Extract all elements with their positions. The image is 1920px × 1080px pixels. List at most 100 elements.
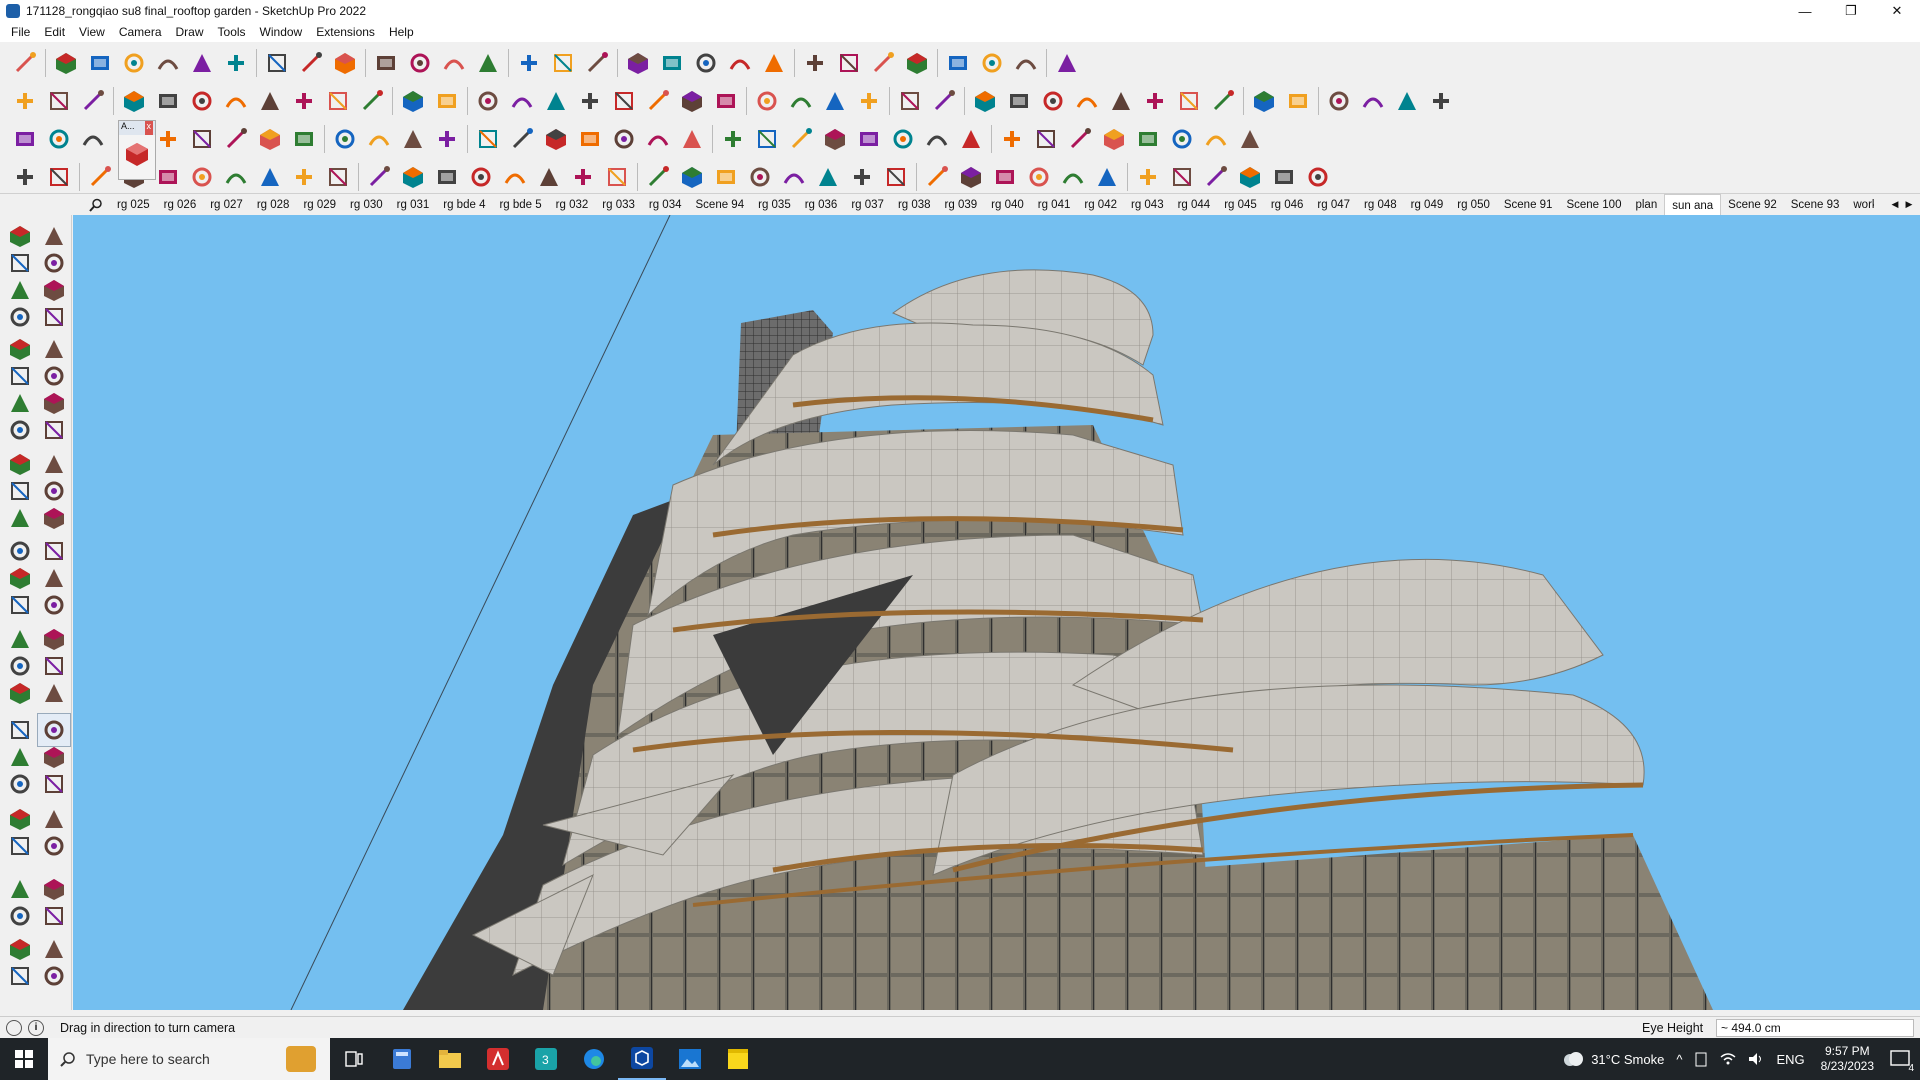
tb2-tool-10-icon[interactable] — [321, 84, 355, 118]
tb4-tool-2-icon[interactable] — [42, 160, 76, 194]
tb1-tool-26-icon[interactable] — [900, 46, 934, 80]
tb3-tool-33-icon[interactable] — [1131, 122, 1165, 156]
tb3-tool-31-icon[interactable] — [1063, 122, 1097, 156]
line-tool-icon[interactable] — [4, 301, 36, 333]
tb1-tool-12-icon[interactable] — [403, 46, 437, 80]
language-indicator[interactable]: ENG — [1776, 1052, 1804, 1067]
tb1-tool-15-icon[interactable] — [512, 46, 546, 80]
calculator-app-icon[interactable] — [378, 1038, 426, 1080]
tb4-tool-7-icon[interactable] — [219, 160, 253, 194]
menu-tools[interactable]: Tools — [211, 25, 253, 39]
tb2-tool-19-icon[interactable] — [641, 84, 675, 118]
tb2-tool-34-icon[interactable] — [1172, 84, 1206, 118]
tb2-tool-28-icon[interactable] — [968, 84, 1002, 118]
tb4-tool-24-icon[interactable] — [811, 160, 845, 194]
tb2-tool-1-icon[interactable] — [8, 84, 42, 118]
tb2-tool-40-icon[interactable] — [1390, 84, 1424, 118]
scene-tab[interactable]: rg 031 — [390, 194, 437, 216]
tb4-tool-25-icon[interactable] — [845, 160, 879, 194]
scene-tab[interactable]: rg 036 — [798, 194, 845, 216]
scene-tab[interactable]: plan — [1628, 194, 1664, 216]
scene-tab[interactable]: rg 049 — [1404, 194, 1451, 216]
tb4-tool-1-icon[interactable] — [8, 160, 42, 194]
tb1-tool-1-icon[interactable] — [8, 46, 42, 80]
scale-tool-icon[interactable] — [4, 502, 36, 534]
scene-tab[interactable]: Scene 94 — [689, 194, 752, 216]
tb3-tool-19-icon[interactable] — [641, 122, 675, 156]
tb1-tool-20-icon[interactable] — [689, 46, 723, 80]
tb3-tool-9-icon[interactable] — [287, 122, 321, 156]
freehand-tool-icon[interactable] — [38, 301, 70, 333]
tb4-tool-8-icon[interactable] — [253, 160, 287, 194]
tb1-tool-28-icon[interactable] — [975, 46, 1009, 80]
tb3-tool-32-icon[interactable] — [1097, 122, 1131, 156]
menu-view[interactable]: View — [72, 25, 112, 39]
scene-tab[interactable]: Scene 100 — [1559, 194, 1628, 216]
tb4-tool-5-icon[interactable] — [151, 160, 185, 194]
tb2-tool-12-icon[interactable] — [396, 84, 430, 118]
pie-tool-icon[interactable] — [38, 414, 70, 446]
tb4-tool-19-icon[interactable] — [641, 160, 675, 194]
tb4-tool-23-icon[interactable] — [777, 160, 811, 194]
tb3-tool-34-icon[interactable] — [1165, 122, 1199, 156]
scene-tab[interactable]: work — [1846, 194, 1874, 216]
scene-tab[interactable]: sun ana — [1664, 193, 1722, 216]
tb4-tool-21-icon[interactable] — [709, 160, 743, 194]
task-view-icon[interactable] — [330, 1038, 378, 1080]
scene-tab[interactable]: rg 027 — [203, 194, 250, 216]
measurements-input[interactable]: ~ 494.0 cm — [1716, 1019, 1914, 1037]
scene-tab[interactable]: rg 030 — [343, 194, 390, 216]
scene-tab[interactable]: rg 048 — [1357, 194, 1404, 216]
axes-tool-icon[interactable] — [4, 589, 36, 621]
tb4-tool-31-icon[interactable] — [1056, 160, 1090, 194]
tb4-tool-22-icon[interactable] — [743, 160, 777, 194]
menu-help[interactable]: Help — [382, 25, 421, 39]
scene-tab[interactable]: rg 035 — [751, 194, 798, 216]
tb2-tool-29-icon[interactable] — [1002, 84, 1036, 118]
rotated-rectangle-tool-icon[interactable] — [38, 960, 70, 992]
tb3-tool-24-icon[interactable] — [818, 122, 852, 156]
tb3-tool-18-icon[interactable] — [607, 122, 641, 156]
scene-tab[interactable]: Scene 93 — [1784, 194, 1847, 216]
tb2-tool-33-icon[interactable] — [1138, 84, 1172, 118]
tb1-tool-30-icon[interactable] — [1050, 46, 1084, 80]
tb1-tool-14-icon[interactable] — [471, 46, 505, 80]
sticky-notes-icon[interactable] — [714, 1038, 762, 1080]
scene-tab[interactable]: rg 044 — [1171, 194, 1218, 216]
tb2-tool-3-icon[interactable] — [76, 84, 110, 118]
tb3-tool-14-icon[interactable] — [471, 122, 505, 156]
menu-edit[interactable]: Edit — [37, 25, 72, 39]
tb3-tool-6-icon[interactable] — [185, 122, 219, 156]
tb1-tool-21-icon[interactable] — [723, 46, 757, 80]
tb1-tool-7-icon[interactable] — [219, 46, 253, 80]
tb4-tool-26-icon[interactable] — [879, 160, 913, 194]
tb3-tool-1-icon[interactable] — [8, 122, 42, 156]
tb2-tool-32-icon[interactable] — [1104, 84, 1138, 118]
scene-tab[interactable]: rg 045 — [1217, 194, 1264, 216]
tb1-tool-9-icon[interactable] — [294, 46, 328, 80]
restore-button[interactable]: ❐ — [1828, 0, 1874, 22]
scene-search-icon[interactable] — [82, 195, 110, 215]
menu-file[interactable]: File — [4, 25, 37, 39]
tb2-tool-8-icon[interactable] — [253, 84, 287, 118]
scene-tab[interactable]: rg bde 5 — [492, 194, 548, 216]
scene-tab[interactable]: rg 041 — [1031, 194, 1078, 216]
tb2-tool-5-icon[interactable] — [151, 84, 185, 118]
photos-app-icon[interactable] — [666, 1038, 714, 1080]
acrobat-app-icon[interactable] — [474, 1038, 522, 1080]
tb1-tool-24-icon[interactable] — [832, 46, 866, 80]
sketchup-taskbar-icon[interactable] — [618, 1038, 666, 1080]
tb4-tool-10-icon[interactable] — [321, 160, 355, 194]
scene-tab[interactable]: rg 037 — [844, 194, 891, 216]
wifi-icon[interactable] — [1720, 1052, 1736, 1066]
tb2-tool-7-icon[interactable] — [219, 84, 253, 118]
tb1-tool-25-icon[interactable] — [866, 46, 900, 80]
scene-tab[interactable]: rg 038 — [891, 194, 938, 216]
component-tool-icon[interactable] — [4, 900, 36, 932]
tb3-tool-25-icon[interactable] — [852, 122, 886, 156]
drawing-viewport[interactable] — [73, 215, 1920, 1010]
tb4-tool-17-icon[interactable] — [566, 160, 600, 194]
tb4-tool-18-icon[interactable] — [600, 160, 634, 194]
tb2-tool-39-icon[interactable] — [1356, 84, 1390, 118]
tb4-tool-38-icon[interactable] — [1301, 160, 1335, 194]
